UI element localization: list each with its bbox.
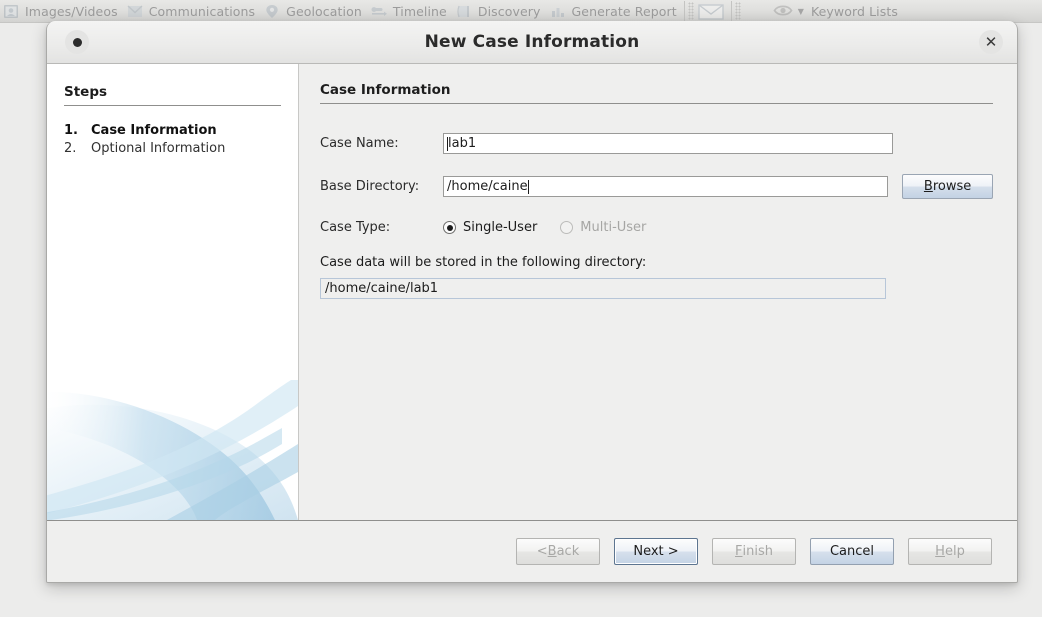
step-number: 2. bbox=[64, 141, 77, 156]
browse-label: rowse bbox=[932, 179, 972, 194]
decorative-swoosh-artwork bbox=[47, 380, 298, 520]
toolbar-item-label: Geolocation bbox=[286, 3, 362, 19]
toolbar-divider bbox=[730, 1, 732, 21]
toolbar-item-communications[interactable]: Communications bbox=[124, 0, 261, 22]
toolbar-item-discovery[interactable]: Discovery bbox=[453, 0, 547, 22]
step-label: Optional Information bbox=[91, 141, 226, 156]
steps-heading: Steps bbox=[64, 84, 281, 106]
generate-report-icon bbox=[549, 3, 567, 20]
base-directory-label: Base Directory: bbox=[320, 179, 420, 194]
envelope-icon bbox=[698, 2, 724, 21]
step-number: 1. bbox=[64, 123, 78, 138]
steps-list: 1. Case Information 2. Optional Informat… bbox=[64, 122, 281, 158]
back-pre: < bbox=[536, 544, 548, 559]
toolbar-item-keyword-lists[interactable]: ▼ Keyword Lists bbox=[771, 0, 904, 22]
next-label: Next > bbox=[633, 544, 679, 559]
base-directory-value: /home/caine bbox=[447, 179, 528, 194]
dot-glyph bbox=[72, 37, 82, 47]
back-mnemonic: B bbox=[547, 544, 557, 559]
case-name-value: lab1 bbox=[448, 136, 477, 151]
case-information-form: Case Information Case Name: lab1 Base Di… bbox=[299, 64, 1017, 520]
dialog-title: New Case Information bbox=[424, 32, 640, 52]
images-videos-icon bbox=[2, 3, 20, 20]
back-button[interactable]: < Back bbox=[516, 538, 600, 565]
eye-icon bbox=[773, 3, 793, 20]
toolbar-item-geolocation[interactable]: Geolocation bbox=[261, 0, 368, 22]
geolocation-pin-icon bbox=[263, 3, 281, 20]
cancel-button[interactable]: Cancel bbox=[810, 538, 894, 565]
toolbar-item-label: Keyword Lists bbox=[810, 3, 898, 19]
dialog-titlebar[interactable]: New Case Information ✕ bbox=[47, 21, 1017, 64]
browse-mnemonic: B bbox=[923, 179, 933, 194]
timeline-icon bbox=[370, 3, 388, 20]
back-label: ack bbox=[556, 544, 580, 559]
radio-single-user[interactable]: Single-User bbox=[443, 220, 537, 235]
toolbar-item-images-videos[interactable]: Images/Videos bbox=[0, 0, 124, 22]
toolbar-item-label: Discovery bbox=[477, 3, 541, 19]
finish-mnemonic: F bbox=[735, 544, 743, 559]
help-button[interactable]: Help bbox=[908, 538, 992, 565]
dialog-body: Steps 1. Case Information 2. Optional In… bbox=[47, 64, 1017, 520]
new-case-information-dialog: New Case Information ✕ Steps 1. Case Inf… bbox=[46, 21, 1018, 583]
case-type-label: Case Type: bbox=[320, 220, 391, 235]
finish-label: inish bbox=[742, 544, 773, 559]
step-item-optional-information[interactable]: 2. Optional Information bbox=[64, 140, 281, 158]
case-name-input[interactable]: lab1 bbox=[443, 133, 893, 154]
toolbar-item-label: Images/Videos bbox=[25, 3, 118, 19]
step-item-case-information[interactable]: 1. Case Information bbox=[64, 122, 281, 140]
communications-icon bbox=[126, 3, 144, 20]
finish-button[interactable]: Finish bbox=[712, 538, 796, 565]
radio-unselected-icon bbox=[560, 221, 574, 234]
window-menu-dot-icon[interactable] bbox=[65, 30, 89, 54]
text-caret bbox=[527, 179, 529, 194]
step-label: Case Information bbox=[91, 123, 217, 138]
next-button[interactable]: Next > bbox=[614, 538, 698, 565]
section-title: Case Information bbox=[320, 82, 993, 104]
dialog-footer: < Back Next > Finish Cancel Help bbox=[47, 520, 1017, 582]
storage-path-readonly: /home/caine/lab1 bbox=[320, 278, 886, 299]
case-name-row: Case Name: lab1 bbox=[320, 133, 993, 154]
help-mnemonic: H bbox=[935, 544, 945, 559]
radio-label: Single-User bbox=[463, 220, 538, 235]
toolbar-drag-handle[interactable] bbox=[687, 2, 694, 20]
radio-selected-icon bbox=[443, 221, 456, 234]
browse-button[interactable]: Browse bbox=[902, 174, 993, 199]
toolbar-item-label: Communications bbox=[148, 3, 256, 19]
toolbar-divider bbox=[683, 1, 685, 21]
base-directory-row: Base Directory: /home/caine Browse bbox=[320, 174, 993, 199]
chevron-down-icon[interactable]: ▼ bbox=[798, 7, 804, 16]
toolbar-item-generate-report[interactable]: Generate Report bbox=[547, 0, 683, 22]
toolbar-item-label: Timeline bbox=[392, 3, 447, 19]
case-type-row: Case Type: Single-User Multi-User bbox=[320, 220, 993, 235]
radio-label: Multi-User bbox=[580, 220, 647, 235]
toolbar-item-mail[interactable] bbox=[696, 0, 730, 22]
steps-sidebar: Steps 1. Case Information 2. Optional In… bbox=[47, 64, 299, 520]
storage-note: Case data will be stored in the followin… bbox=[320, 255, 647, 270]
base-directory-input[interactable]: /home/caine bbox=[443, 176, 889, 197]
application-toolbar: Images/Videos Communications Geolocation bbox=[0, 0, 1042, 23]
case-name-label: Case Name: bbox=[320, 136, 399, 151]
toolbar-drag-handle[interactable] bbox=[734, 2, 741, 20]
help-label: elp bbox=[944, 544, 965, 559]
cancel-label: Cancel bbox=[829, 544, 875, 559]
close-icon[interactable]: ✕ bbox=[979, 30, 1003, 54]
toolbar-item-label: Generate Report bbox=[571, 3, 677, 19]
discovery-icon bbox=[455, 3, 473, 20]
radio-multi-user: Multi-User bbox=[560, 220, 646, 235]
toolbar-item-timeline[interactable]: Timeline bbox=[368, 0, 453, 22]
